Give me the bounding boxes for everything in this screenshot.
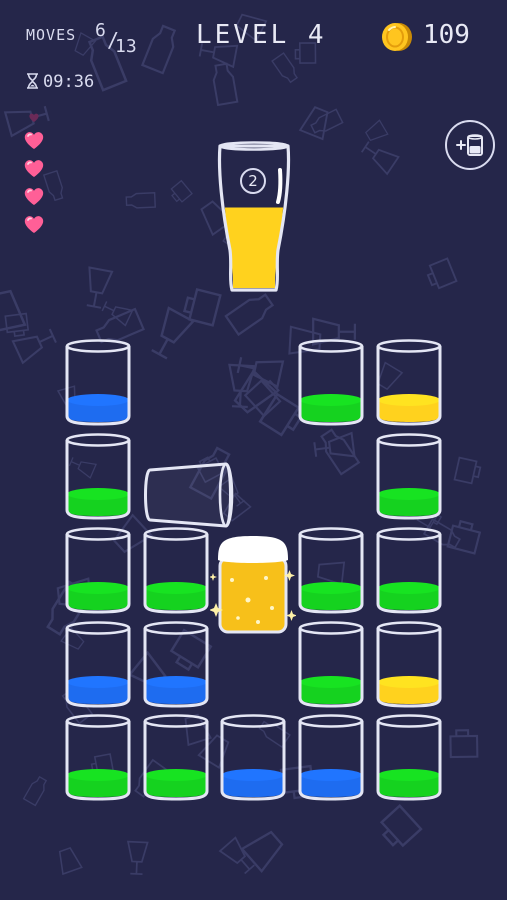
glass-graphic [143, 621, 209, 708]
background-doodle [125, 192, 156, 209]
moves-used: 6 [95, 20, 106, 41]
background-doodle [126, 840, 149, 876]
glass-graphic [143, 527, 209, 614]
glass-graphic [65, 621, 131, 708]
heart-icon [24, 160, 44, 177]
tipped-empty-glass[interactable] [142, 460, 234, 530]
target-remaining-badge: 2 [240, 168, 266, 194]
background-doodle [58, 846, 83, 876]
glass-green[interactable] [63, 526, 133, 614]
background-doodle [140, 24, 177, 75]
glass-blue[interactable] [63, 338, 133, 426]
glass-blue[interactable] [218, 713, 288, 801]
coin-icon [382, 23, 412, 51]
glass-blue[interactable] [296, 713, 366, 801]
glass-graphic [376, 433, 442, 520]
glass-graphic [298, 339, 364, 426]
glass-green[interactable] [296, 338, 366, 426]
heart-icon [24, 216, 44, 233]
glass-green[interactable] [141, 526, 211, 614]
glass-graphic [65, 433, 131, 520]
glass-green[interactable] [374, 713, 444, 801]
glass-graphic [65, 527, 131, 614]
hourglass-icon [27, 73, 38, 89]
timer-value: 09:36 [43, 72, 95, 92]
life-spent-heart-icon [29, 113, 39, 122]
glass-green[interactable] [63, 713, 133, 801]
glass-green[interactable] [374, 526, 444, 614]
glass-graphic [220, 714, 286, 801]
background-doodle [449, 729, 479, 759]
level-title: LEVEL 4 [196, 20, 327, 50]
background-doodle [365, 119, 389, 142]
glass-green[interactable] [296, 620, 366, 708]
lives [22, 112, 48, 241]
glass-graphic [376, 714, 442, 801]
background-doodle [170, 179, 193, 203]
heart-icon [24, 132, 44, 149]
background-doodle [212, 62, 239, 107]
background-doodle [22, 775, 48, 807]
glass-yellow[interactable] [374, 620, 444, 708]
moves-total: 13 [115, 36, 137, 57]
target-fill [224, 207, 284, 288]
timer: 09:36 [26, 72, 94, 92]
glass-yellow[interactable] [374, 338, 444, 426]
background-doodle [446, 519, 482, 555]
background-doodle [86, 266, 114, 309]
glass-green[interactable] [374, 432, 444, 520]
background-doodle [426, 257, 458, 290]
glass-graphic [65, 714, 131, 801]
glass-blue[interactable] [141, 620, 211, 708]
glass-green[interactable] [63, 432, 133, 520]
background-doodle [151, 306, 196, 360]
glass-green[interactable] [296, 526, 366, 614]
coin-balance: 109 [423, 20, 470, 50]
glass-graphic [298, 621, 364, 708]
beer-glass[interactable] [210, 530, 296, 640]
add-glass-button[interactable] [445, 120, 495, 170]
heart-icon [24, 188, 44, 205]
glass-graphic [143, 714, 209, 801]
glass-graphic [376, 621, 442, 708]
glass-graphic [298, 527, 364, 614]
add-glass-icon [456, 134, 483, 156]
glass-blue[interactable] [63, 620, 133, 708]
glass-graphic [298, 714, 364, 801]
background-doodle [453, 456, 482, 485]
glass-green[interactable] [141, 713, 211, 801]
glass-graphic [376, 339, 442, 426]
background-doodle [360, 141, 400, 176]
background-doodle [240, 830, 284, 873]
background-doodle [0, 289, 27, 333]
background-doodle [379, 804, 423, 848]
glass-graphic [65, 339, 131, 426]
moves-label: MOVES [26, 26, 77, 44]
target-glass [217, 141, 291, 292]
glass-graphic [376, 527, 442, 614]
